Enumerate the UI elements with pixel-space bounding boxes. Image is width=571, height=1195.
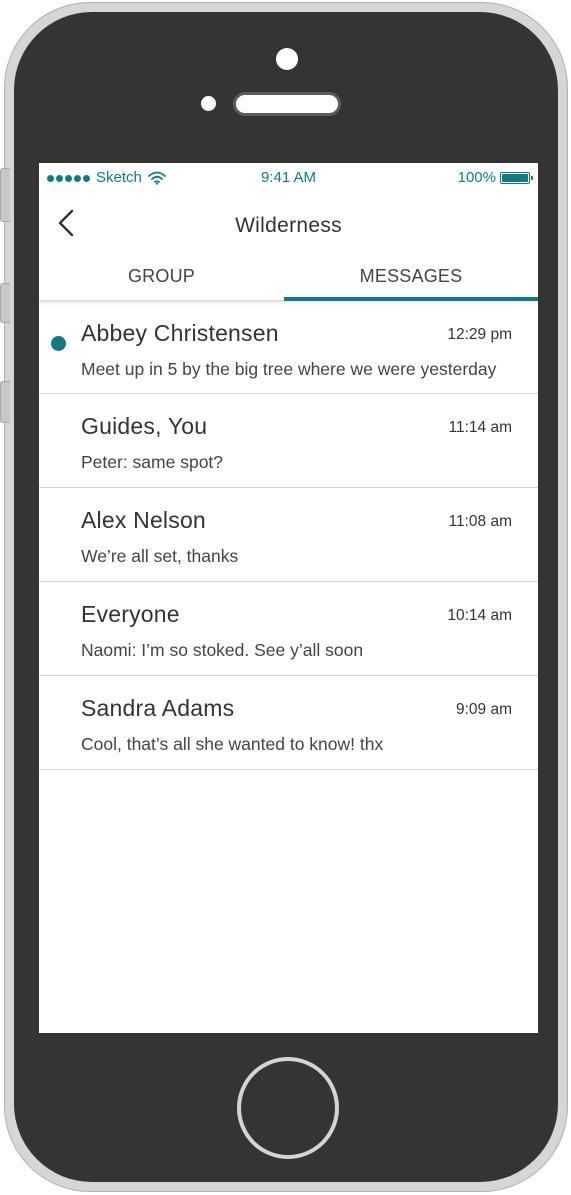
sender-name: Everyone [81, 601, 180, 627]
tab-bar: GROUP MESSAGES [39, 259, 538, 301]
message-row[interactable]: Sandra Adams 9:09 am Cool, that’s all sh… [39, 676, 538, 770]
message-preview: Peter: same spot? [81, 452, 224, 472]
navigation-bar: Wilderness [39, 193, 538, 253]
tab-group[interactable]: GROUP [39, 259, 284, 301]
message-row[interactable]: Abbey Christensen 12:29 pm Meet up in 5 … [39, 301, 538, 394]
battery-percentage: 100% [457, 169, 496, 186]
message-time: 11:14 am [448, 419, 512, 436]
message-preview: Cool, that’s all she wanted to know! thx [81, 734, 384, 754]
volume-down-button [0, 381, 10, 423]
front-camera [276, 48, 298, 70]
message-row[interactable]: Guides, You 11:14 am Peter: same spot? [39, 394, 538, 488]
message-time: 11:08 am [448, 513, 512, 530]
status-right: 100% [457, 169, 533, 186]
unread-indicator [51, 336, 66, 351]
page-title: Wilderness [235, 214, 342, 237]
message-preview: We’re all set, thanks [81, 546, 239, 566]
sender-name: Guides, You [81, 413, 208, 439]
message-preview: Meet up in 5 by the big tree where we we… [81, 359, 497, 379]
status-bar: Sketch 9:41 AM 100% [39, 163, 538, 193]
message-time: 9:09 am [455, 701, 512, 718]
earpiece-speaker [233, 92, 341, 116]
proximity-sensor [201, 96, 216, 111]
battery-icon [500, 172, 533, 184]
volume-up-button [0, 283, 10, 323]
message-row[interactable]: Everyone 10:14 am Naomi: I’m so stoked. … [39, 582, 538, 676]
sender-name: Alex Nelson [81, 507, 206, 533]
message-time: 10:14 am [447, 607, 512, 624]
sender-name: Abbey Christensen [81, 320, 279, 346]
app-screen: Sketch 9:41 AM 100% Wilderness GROUP MES… [39, 163, 538, 1033]
sender-name: Sandra Adams [81, 695, 235, 721]
message-row[interactable]: Alex Nelson 11:08 am We’re all set, than… [39, 488, 538, 582]
mute-switch [0, 168, 10, 222]
message-time: 12:29 pm [447, 326, 512, 343]
home-button[interactable] [237, 1057, 339, 1159]
message-preview: Naomi: I’m so stoked. See y’all soon [81, 640, 364, 660]
tab-messages[interactable]: MESSAGES [284, 259, 538, 301]
message-list: Abbey Christensen 12:29 pm Meet up in 5 … [39, 301, 538, 770]
